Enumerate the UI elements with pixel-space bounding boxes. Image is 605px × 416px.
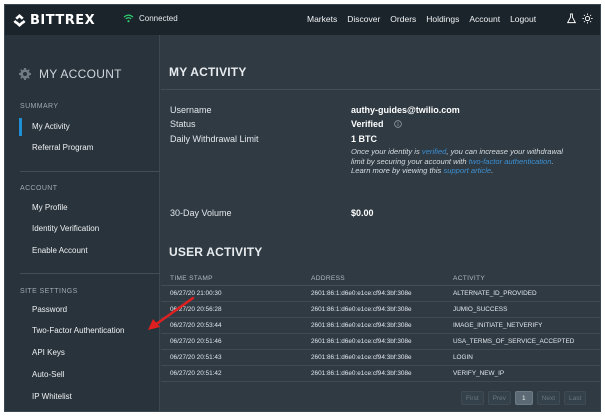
sidebar-item-auto-sell[interactable]: Auto-Sell <box>19 366 160 384</box>
two-factor-link[interactable]: two-factor authentication <box>469 157 552 166</box>
cell-timestamp: 06/27/20 20:56:28 <box>170 306 222 313</box>
sidebar-item-ip-whitelist[interactable]: IP Whitelist <box>19 388 160 406</box>
note-text: Once your identity is <box>351 147 422 156</box>
main-content: MY ACTIVITY Username authy-guides@twilio… <box>161 35 600 411</box>
cell-activity: LOGIN <box>453 354 473 361</box>
pagination-last-button[interactable]: Last <box>564 391 587 405</box>
connection-status: Connected <box>123 14 178 23</box>
pagination-page-button[interactable]: 1 <box>515 391 533 405</box>
username-value: authy-guides@twilio.com <box>351 105 460 115</box>
sidebar-item-my-activity[interactable]: My Activity <box>19 118 160 136</box>
cell-activity: USA_TERMS_OF_SERVICE_ACCEPTED <box>453 338 575 345</box>
nav-account[interactable]: Account <box>469 14 500 24</box>
app-window: BITTREX Connected Markets Discover Order… <box>4 4 601 412</box>
sidebar-title: MY ACCOUNT <box>19 67 122 81</box>
section-account: ACCOUNT <box>20 185 58 192</box>
volume-label: 30-Day Volume <box>170 208 232 218</box>
brand-name: BITTREX <box>30 12 96 28</box>
nav-orders[interactable]: Orders <box>390 14 416 24</box>
cell-address: 2601:86:1:d6e0:e1ce:cf94:3bf:308e <box>311 290 412 297</box>
pagination-first-button[interactable]: First <box>461 391 484 405</box>
sidebar-item-enable-account[interactable]: Enable Account <box>19 242 160 260</box>
status-value: Verified <box>351 119 384 129</box>
volume-value: $0.00 <box>351 208 374 218</box>
bittrex-logo-icon <box>13 13 26 27</box>
cell-timestamp: 06/27/20 20:51:42 <box>170 370 222 377</box>
cell-address: 2601:86:1:d6e0:e1ce:cf94:3bf:308e <box>311 338 412 345</box>
cell-activity: ALTERNATE_ID_PROVIDED <box>453 290 537 297</box>
username-label: Username <box>170 105 212 115</box>
pagination: First Prev 1 Next Last <box>457 391 587 405</box>
sidebar-item-referral-program[interactable]: Referral Program <box>19 139 160 157</box>
sidebar: MY ACCOUNT SUMMARY My Activity Referral … <box>5 35 160 411</box>
top-navigation-bar: BITTREX Connected Markets Discover Order… <box>5 5 600 35</box>
table-row: 06/27/20 20:51:46 2601:86:1:d6e0:e1ce:cf… <box>161 334 600 350</box>
cell-timestamp: 06/27/20 20:51:43 <box>170 354 222 361</box>
cell-activity: VERIFY_NEW_IP <box>453 370 505 377</box>
wifi-icon <box>123 14 134 23</box>
table-row: 06/27/20 20:51:42 2601:86:1:d6e0:e1ce:cf… <box>161 366 600 382</box>
table-row: 06/27/20 20:53:44 2601:86:1:d6e0:e1ce:cf… <box>161 318 600 334</box>
status-value-group: Verified <box>351 119 402 129</box>
my-activity-title: MY ACTIVITY <box>169 65 247 79</box>
sidebar-item-api-keys[interactable]: API Keys <box>19 344 160 362</box>
cell-address: 2601:86:1:d6e0:e1ce:cf94:3bf:308e <box>311 322 412 329</box>
nav-icons <box>566 13 598 24</box>
pagination-next-button[interactable]: Next <box>536 391 561 405</box>
col-header-activity: ACTIVITY <box>453 275 486 282</box>
sidebar-item-identity-verification[interactable]: Identity Verification <box>19 220 160 238</box>
flask-icon[interactable] <box>566 13 577 24</box>
table-row: 06/27/20 20:51:43 2601:86:1:d6e0:e1ce:cf… <box>161 350 600 366</box>
cell-activity: JUMIO_SUCCESS <box>453 306 508 313</box>
col-header-address: ADDRESS <box>311 275 345 282</box>
col-header-timestamp: TIME STAMP <box>170 275 213 282</box>
withdrawal-limit-value: 1 BTC <box>351 134 378 144</box>
info-icon[interactable] <box>394 120 402 128</box>
cell-timestamp: 06/27/20 20:51:46 <box>170 338 222 345</box>
support-article-link[interactable]: support article <box>443 166 491 175</box>
cell-activity: IMAGE_INITIATE_NETVERIFY <box>453 322 543 329</box>
section-summary: SUMMARY <box>20 103 59 110</box>
pagination-prev-button[interactable]: Prev <box>487 391 512 405</box>
withdrawal-limit-label: Daily Withdrawal Limit <box>170 134 259 144</box>
cell-address: 2601:86:1:d6e0:e1ce:cf94:3bf:308e <box>311 354 412 361</box>
table-row: 06/27/20 21:00:30 2601:86:1:d6e0:e1ce:cf… <box>161 286 600 302</box>
withdrawal-note: Once your identity is verified, you can … <box>351 147 571 176</box>
user-activity-title: USER ACTIVITY <box>169 245 263 259</box>
cell-timestamp: 06/27/20 20:53:44 <box>170 322 222 329</box>
table-row: 06/27/20 20:56:28 2601:86:1:d6e0:e1ce:cf… <box>161 302 600 318</box>
nav-holdings[interactable]: Holdings <box>426 14 459 24</box>
sidebar-item-my-profile[interactable]: My Profile <box>19 199 160 217</box>
cell-address: 2601:86:1:d6e0:e1ce:cf94:3bf:308e <box>311 370 412 377</box>
nav-logout[interactable]: Logout <box>510 14 536 24</box>
cell-timestamp: 06/27/20 21:00:30 <box>170 290 222 297</box>
section-site-settings: SITE SETTINGS <box>20 288 78 295</box>
sidebar-item-password[interactable]: Password <box>19 301 160 319</box>
nav-discover[interactable]: Discover <box>347 14 380 24</box>
sidebar-title-label: MY ACCOUNT <box>39 67 122 81</box>
connection-status-label: Connected <box>139 14 178 23</box>
sidebar-item-two-factor-authentication[interactable]: Two-Factor Authentication <box>19 322 160 340</box>
brand-logo[interactable]: BITTREX <box>13 12 95 28</box>
section-divider <box>161 89 600 90</box>
main-nav: Markets Discover Orders Holdings Account… <box>307 14 546 24</box>
note-text: . <box>491 166 494 175</box>
sidebar-divider <box>20 171 160 172</box>
verified-link[interactable]: verified <box>422 147 446 156</box>
sidebar-divider <box>20 273 160 274</box>
sun-icon[interactable] <box>582 13 593 24</box>
nav-markets[interactable]: Markets <box>307 14 337 24</box>
gear-icon <box>19 68 31 80</box>
status-label: Status <box>170 119 196 129</box>
cell-address: 2601:86:1:d6e0:e1ce:cf94:3bf:308e <box>311 306 412 313</box>
